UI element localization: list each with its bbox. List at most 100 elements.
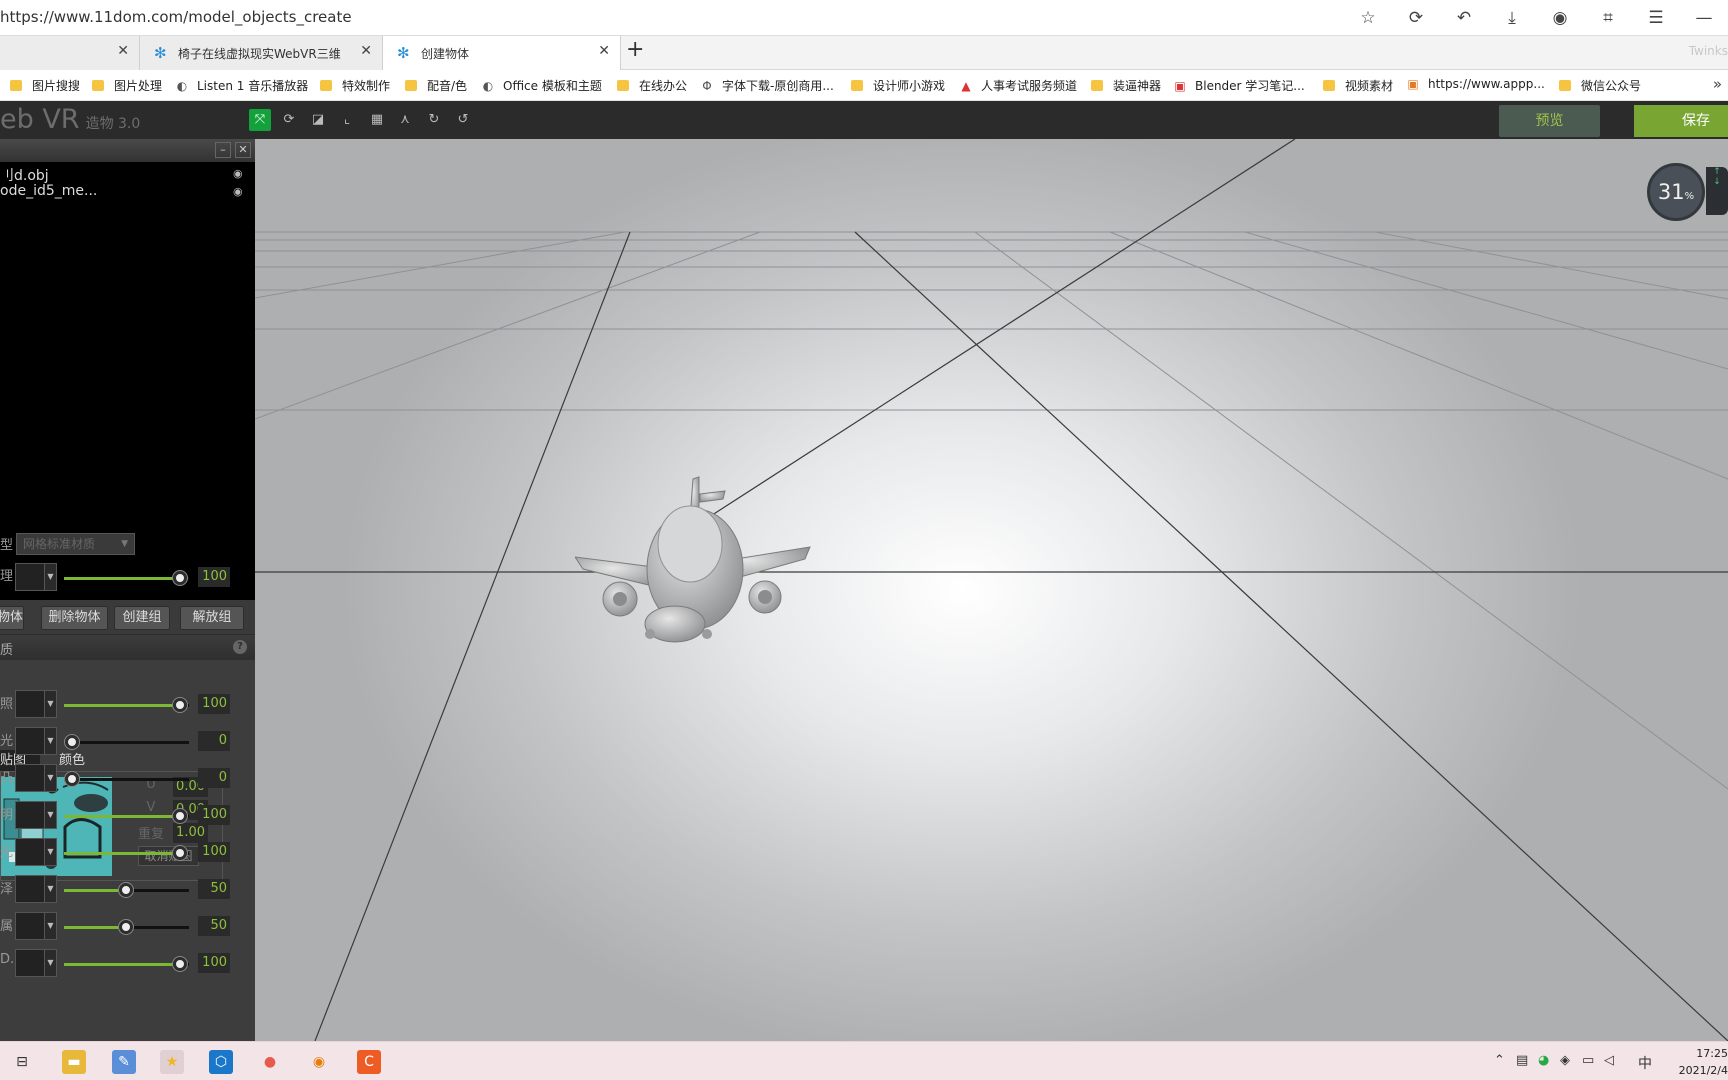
eye-icon[interactable]: ◉ [233, 167, 243, 180]
material-slider[interactable] [64, 772, 189, 786]
slider-handle[interactable] [65, 735, 79, 749]
undo-icon[interactable]: ↶ [1440, 8, 1488, 28]
url-field[interactable]: https://www.11dom.com/model_objects_crea… [0, 8, 352, 26]
download-icon[interactable]: ⤓ [1488, 8, 1536, 28]
bookmark-item[interactable]: ◐ Listen 1 音乐播放器 [175, 77, 308, 94]
object-item[interactable]: 刂d.obj [0, 165, 49, 185]
close-panel-icon[interactable]: ✕ [235, 142, 251, 158]
color-swatch[interactable] [15, 727, 45, 755]
favorites-app-icon[interactable]: ★ [160, 1050, 184, 1074]
bookmark-item[interactable]: 微信公众号 [1559, 77, 1641, 94]
slider-value[interactable]: 100 [198, 842, 230, 862]
bookmark-item[interactable]: 图片处理 [92, 77, 162, 94]
tab-close-icon[interactable]: ✕ [117, 43, 129, 59]
eye-icon[interactable]: ◉ [233, 185, 243, 198]
chevron-down-icon[interactable]: ▼ [45, 764, 57, 792]
help-icon[interactable]: ? [233, 640, 247, 654]
material-slider[interactable] [64, 957, 189, 971]
slider-handle[interactable] [173, 809, 187, 823]
task-view-icon[interactable]: ⊟ [10, 1050, 34, 1074]
bookmark-item[interactable]: ▣ https://www.appp... [1406, 77, 1545, 91]
chevron-down-icon[interactable]: ▼ [45, 875, 57, 903]
wechat-icon[interactable]: ◕ [1538, 1053, 1549, 1068]
grid-tool-icon[interactable]: ▦ [366, 109, 388, 131]
chevron-right-icon[interactable]: » [1713, 75, 1722, 93]
bookmark-item[interactable]: ◐ Office 模板和主题 [481, 77, 602, 94]
notepad-icon[interactable]: ✎ [112, 1050, 136, 1074]
material-slider[interactable] [64, 735, 189, 749]
color-swatch[interactable] [15, 764, 45, 792]
object-item[interactable]: ode_id5_me... [0, 183, 97, 199]
material-slider[interactable] [64, 883, 189, 897]
slider-value[interactable]: 100 [198, 805, 230, 825]
bookmark-item[interactable]: 特效制作 [320, 77, 390, 94]
slider-handle[interactable] [119, 920, 133, 934]
reset-tool-icon[interactable]: ↺ [452, 109, 474, 131]
extension-icon[interactable]: ◉ [1536, 8, 1584, 28]
system-clock[interactable]: 17:25 2021/2/4 [1679, 1045, 1728, 1079]
bookmark-item[interactable]: ▲ 人事考试服务频道 [959, 77, 1077, 94]
menu-icon[interactable]: ☰ [1632, 8, 1680, 28]
slider-value[interactable]: 0 [198, 768, 230, 788]
material-slider[interactable] [64, 698, 189, 712]
material-slider[interactable] [64, 809, 189, 823]
slider-value[interactable]: 0 [198, 731, 230, 751]
color-swatch[interactable] [15, 801, 45, 829]
tray-expand-icon[interactable]: ⌃ [1494, 1053, 1505, 1068]
chevron-down-icon[interactable]: ▼ [45, 563, 57, 591]
material-slider[interactable] [64, 846, 189, 860]
material-slider[interactable] [64, 920, 189, 934]
minimize-icon[interactable]: — [1680, 8, 1728, 28]
chevron-down-icon[interactable]: ▼ [45, 727, 57, 755]
chevron-down-icon[interactable]: ▼ [45, 690, 57, 718]
slider-value[interactable]: 100 [198, 567, 230, 587]
color-swatch[interactable] [15, 690, 45, 718]
chevron-down-icon[interactable]: ▼ [45, 912, 57, 940]
pivot-tool-icon[interactable]: ⋏ [394, 109, 416, 131]
tray-app-icon[interactable]: ▤ [1516, 1053, 1528, 1068]
bookmark-item[interactable]: 装逼神器 [1091, 77, 1161, 94]
add-object-button[interactable]: 物体 [0, 606, 24, 630]
network-icon[interactable]: ▭ [1582, 1053, 1594, 1068]
minimize-panel-icon[interactable]: – [215, 142, 231, 158]
sync-icon[interactable]: ⟳ [1392, 8, 1440, 28]
slider-handle[interactable] [173, 698, 187, 712]
material-type-select[interactable]: 网格标准材质 ▼ [16, 533, 135, 555]
color-swatch[interactable] [15, 563, 45, 591]
slider-handle[interactable] [173, 846, 187, 860]
airplane-model[interactable] [575, 469, 815, 659]
blender-icon[interactable]: ◉ [307, 1050, 331, 1074]
bookmark-item[interactable]: 在线办公 [617, 77, 687, 94]
chevron-down-icon[interactable]: ▼ [45, 949, 57, 977]
crop-icon[interactable]: ⌗ [1584, 8, 1632, 28]
remove-texture-button[interactable]: 取消贴图 [138, 846, 199, 866]
slider-handle[interactable] [119, 883, 133, 897]
redo-tool-icon[interactable]: ↻ [423, 109, 445, 131]
slider-value[interactable]: 100 [198, 953, 230, 973]
ungroup-button[interactable]: 解放组 [180, 606, 244, 630]
preview-button[interactable]: 预览 [1499, 105, 1600, 137]
new-tab-button[interactable]: + [626, 37, 644, 62]
slider-handle[interactable] [173, 957, 187, 971]
file-explorer-icon[interactable]: ▬ [62, 1050, 86, 1074]
bookmark-item[interactable]: 设计师小游戏 [851, 77, 945, 94]
texture-slider[interactable] [64, 571, 189, 585]
3d-app-icon[interactable]: ⬡ [209, 1050, 233, 1074]
browser-app-icon[interactable]: ● [258, 1050, 282, 1074]
tab-webvr-chair[interactable]: ✻ 椅子在线虚拟现实WebVR三维 ✕ [140, 36, 383, 70]
scale-tool-icon[interactable]: ◪ [307, 109, 329, 131]
tab-close-icon[interactable]: ✕ [360, 43, 372, 59]
bookmark-item[interactable]: Φ 字体下载-原创商用... [700, 77, 834, 94]
3d-viewport[interactable]: 31% ↑ ↓ [255, 139, 1728, 1041]
bookmark-item[interactable]: 配音/色 [405, 77, 467, 94]
chevron-down-icon[interactable]: ▼ [45, 838, 57, 866]
capture-app-icon[interactable]: C [357, 1050, 381, 1074]
slider-handle[interactable] [173, 571, 187, 585]
bookmark-item[interactable]: 视频素材 [1323, 77, 1393, 94]
move-tool-icon[interactable]: ⤧ [249, 109, 271, 131]
volume-icon[interactable]: ◁ [1604, 1053, 1614, 1068]
tab-color[interactable]: 颜色 [59, 750, 85, 771]
slider-handle[interactable] [65, 772, 79, 786]
bookmark-item[interactable]: ▣ Blender 学习笔记... [1173, 77, 1304, 94]
color-swatch[interactable] [15, 875, 45, 903]
